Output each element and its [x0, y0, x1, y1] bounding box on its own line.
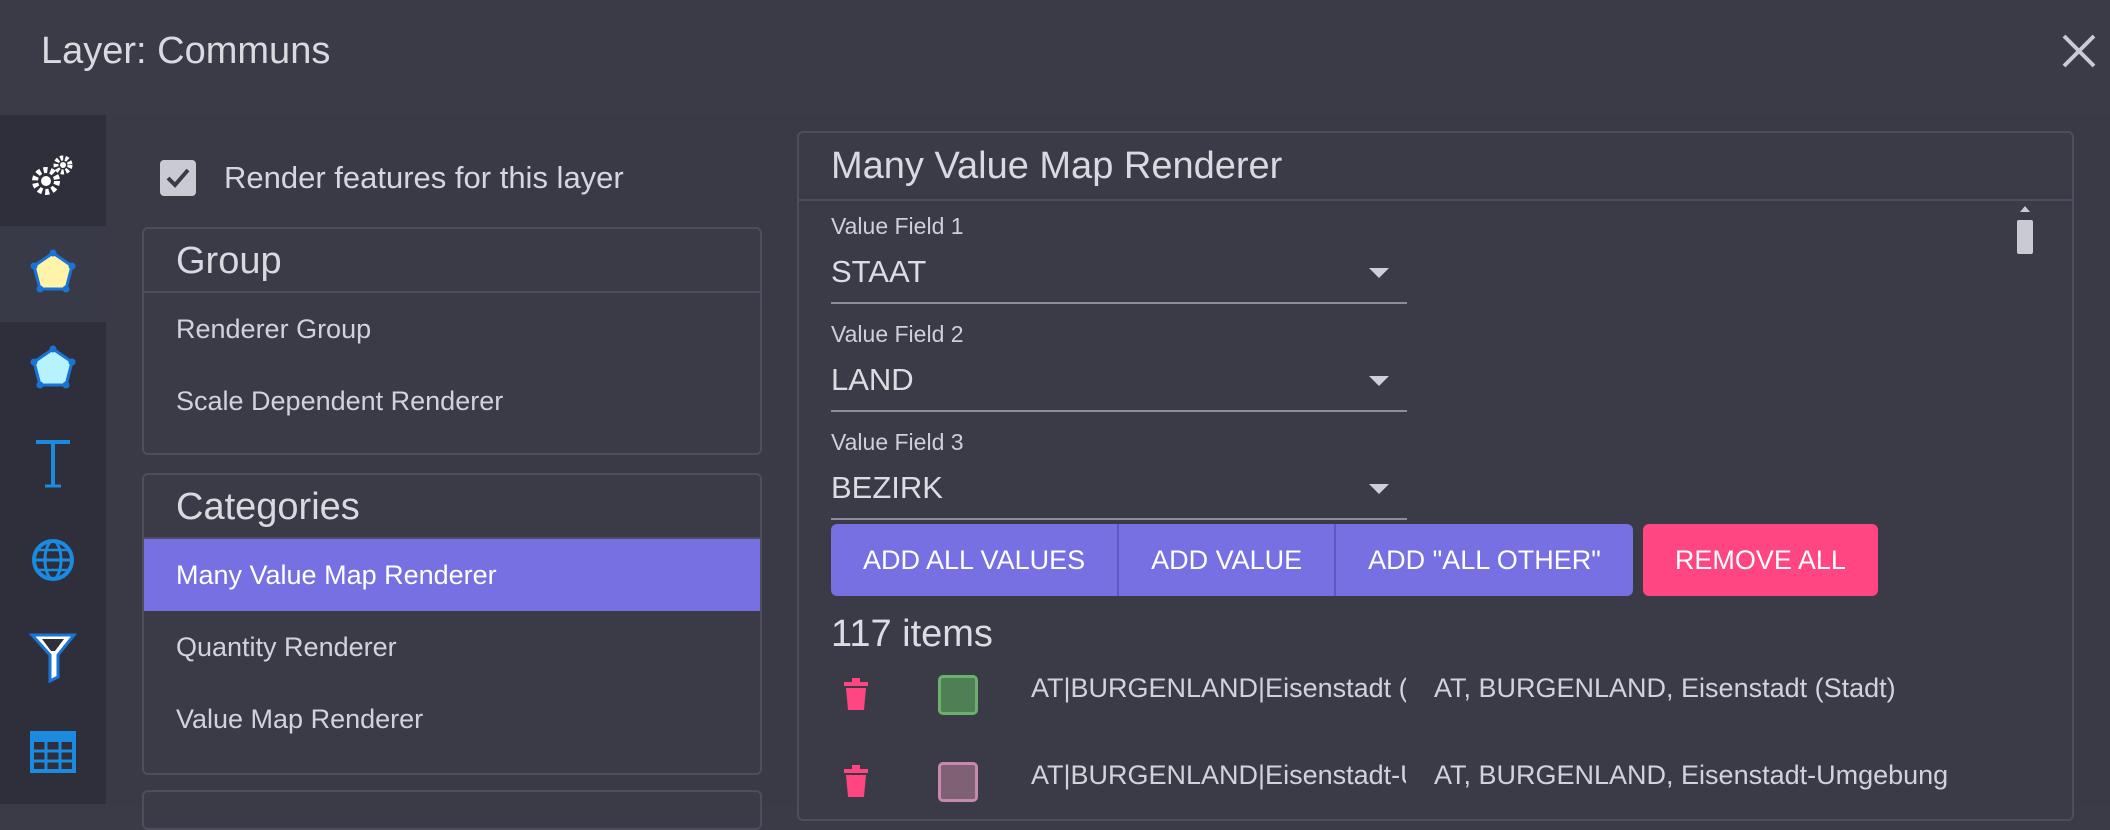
- list-item: AT|BURGENLAND|Eisenstadt-Umgebung AT, BU…: [831, 750, 2031, 819]
- sidebar-item-fill-style[interactable]: [0, 226, 106, 322]
- value-field-2[interactable]: Value Field 2 LAND: [831, 321, 1407, 412]
- value-field-1-value: STAAT: [831, 254, 927, 289]
- row-label[interactable]: AT, BURGENLAND, Eisenstadt-Umgebung: [1434, 760, 1948, 791]
- add-all-values-button[interactable]: ADD ALL VALUES: [831, 524, 1117, 596]
- group-panel: Group Renderer Group Scale Dependent Ren…: [142, 227, 762, 455]
- renderer-option-many-value-map[interactable]: Many Value Map Renderer: [144, 539, 760, 611]
- row-key: AT|BURGENLAND|Eisenstadt-Umgebung: [1031, 760, 1406, 790]
- categories-panel-title: Categories: [144, 475, 760, 539]
- list-item: AT|BURGENLAND|Eisenstadt (Stadt) AT, BUR…: [831, 663, 2031, 739]
- sidebar-item-general[interactable]: [0, 130, 106, 226]
- polygon-yellow-icon: [28, 247, 78, 302]
- render-features-label: Render features for this layer: [224, 160, 624, 195]
- render-features-checkbox[interactable]: [160, 160, 196, 196]
- table-icon: [28, 729, 78, 780]
- symbol-swatch[interactable]: [938, 762, 978, 802]
- row-label[interactable]: AT, BURGENLAND, Eisenstadt (Stadt): [1434, 673, 1896, 704]
- row-key: AT|BURGENLAND|Eisenstadt (Stadt): [1031, 673, 1406, 703]
- value-field-2-select[interactable]: LAND: [831, 358, 1407, 412]
- value-field-2-value: LAND: [831, 362, 914, 397]
- value-actions-bar: ADD ALL VALUES ADD VALUE ADD "ALL OTHER"…: [831, 523, 1878, 597]
- add-all-other-button[interactable]: ADD "ALL OTHER": [1334, 524, 1633, 596]
- value-field-3-label: Value Field 3: [831, 429, 964, 455]
- renderer-option-renderer-group[interactable]: Renderer Group: [144, 293, 760, 365]
- close-icon[interactable]: [2058, 30, 2100, 72]
- value-field-3-value: BEZIRK: [831, 470, 943, 505]
- renderer-option-quantity[interactable]: Quantity Renderer: [144, 611, 760, 683]
- renderer-settings-panel: Many Value Map Renderer Value Field 1 ST…: [797, 131, 2074, 821]
- item-count: 117 items: [831, 613, 993, 655]
- polygon-cyan-icon: [28, 343, 78, 398]
- value-field-3-select[interactable]: BEZIRK: [831, 466, 1407, 520]
- value-field-3[interactable]: Value Field 3 BEZIRK: [831, 429, 1407, 520]
- globe-icon: [28, 535, 78, 590]
- delete-icon[interactable]: [841, 764, 871, 803]
- value-field-1-label: Value Field 1: [831, 213, 964, 239]
- text-icon: [28, 436, 78, 497]
- dropdown-caret-icon: [1369, 484, 1389, 494]
- dropdown-caret-icon: [1369, 376, 1389, 386]
- group-panel-title: Group: [144, 229, 760, 293]
- renderer-settings-title: Many Value Map Renderer: [799, 133, 2072, 201]
- delete-icon[interactable]: [841, 677, 871, 716]
- renderer-option-scale-dependent[interactable]: Scale Dependent Renderer: [144, 365, 760, 437]
- dialog-titlebar: Layer: Communs: [0, 0, 2110, 115]
- symbol-swatch[interactable]: [938, 675, 978, 715]
- renderer-option-value-map[interactable]: Value Map Renderer: [144, 683, 760, 755]
- sidebar-item-filter[interactable]: [0, 610, 106, 706]
- sidebar-item-labels[interactable]: [0, 418, 106, 514]
- scrollbar[interactable]: [2016, 204, 2034, 324]
- add-value-button[interactable]: ADD VALUE: [1117, 524, 1334, 596]
- add-button-group: ADD ALL VALUES ADD VALUE ADD "ALL OTHER": [831, 524, 1633, 596]
- dropdown-caret-icon: [1369, 268, 1389, 278]
- sidebar-item-projection[interactable]: [0, 514, 106, 610]
- dialog-title: Layer: Communs: [41, 30, 331, 72]
- value-field-1-select[interactable]: STAAT: [831, 250, 1407, 304]
- next-panel: [142, 790, 762, 830]
- sidebar-item-attribute-table[interactable]: [0, 706, 106, 802]
- checkmark-icon: [166, 168, 190, 188]
- sidebar-item-selection-style[interactable]: [0, 322, 106, 418]
- filter-icon: [28, 629, 78, 688]
- sidebar: [0, 115, 106, 804]
- categories-panel: Categories Many Value Map Renderer Quant…: [142, 473, 762, 775]
- value-field-1[interactable]: Value Field 1 STAAT: [831, 213, 1407, 304]
- gears-icon: [28, 151, 78, 206]
- value-field-2-label: Value Field 2: [831, 321, 964, 347]
- remove-all-button[interactable]: REMOVE ALL: [1642, 524, 1878, 596]
- render-features-row[interactable]: Render features for this layer: [160, 158, 624, 198]
